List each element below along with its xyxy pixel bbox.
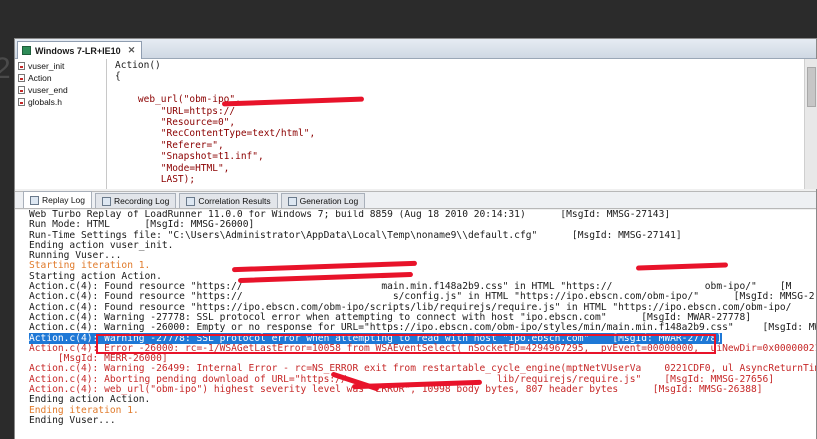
- file-icon: [18, 86, 25, 94]
- vm-window: Windows 7-LR+IE10 ✕ vuser_init Action vuse…: [14, 38, 817, 439]
- log-tab-label: Recording Log: [114, 196, 170, 206]
- code-line: LAST);: [115, 173, 196, 185]
- editor-scrollbar-thumb[interactable]: [807, 67, 816, 107]
- code-line: "Referer=",: [115, 139, 224, 151]
- log-line: Ending action vuser_init.: [29, 239, 174, 251]
- tree-item[interactable]: Action: [15, 72, 106, 84]
- code-line: web_url("obm-ipo",: [115, 94, 241, 106]
- code-line: "Snapshot=t1.inf",: [115, 151, 264, 163]
- file-icon: [18, 98, 25, 106]
- code-line: "URL=https://: [115, 105, 236, 117]
- script-editor[interactable]: Action(){ web_url("obm-ipo", "URL=https:…: [107, 59, 804, 189]
- replay-log[interactable]: Web Turbo Replay of LoadRunner 11.0.0 fo…: [15, 210, 816, 439]
- log-tab-label: Generation Log: [299, 196, 359, 206]
- log-tab-label: Correlation Results: [198, 196, 271, 206]
- code-line: "RecContentType=text/html",: [115, 128, 316, 140]
- tree-item-label: vuser_end: [28, 85, 68, 95]
- vm-tabstrip: Windows 7-LR+IE10 ✕: [15, 39, 816, 59]
- file-icon: [18, 62, 25, 70]
- vm-tab[interactable]: Windows 7-LR+IE10 ✕: [17, 41, 143, 59]
- log-line: Ending action Action.: [29, 394, 151, 406]
- editor-scrollbar[interactable]: [804, 59, 817, 189]
- vm-tab-title: Windows 7-LR+IE10: [35, 45, 121, 56]
- log-tab-icon: [102, 196, 112, 206]
- vm-icon: [22, 46, 31, 55]
- output-tabs: Replay Log Recording Log Correlation Resul…: [15, 191, 816, 209]
- code-line: "Resource=0",: [115, 116, 236, 128]
- tab-correlation-results[interactable]: Correlation Results: [179, 193, 278, 208]
- code-line: {: [115, 71, 121, 83]
- close-icon[interactable]: ✕: [128, 45, 136, 56]
- tree-item[interactable]: vuser_end: [15, 84, 106, 96]
- log-tab-label: Replay Log: [42, 195, 86, 205]
- tree-item-label: vuser_init: [28, 61, 65, 71]
- log-line: Ending Vuser...: [29, 414, 116, 426]
- tree-item[interactable]: vuser_init: [15, 60, 106, 72]
- file-icon: [18, 74, 25, 82]
- code-line: Action(): [115, 60, 161, 71]
- log-line: Ending iteration 1.: [29, 404, 139, 416]
- tree-item[interactable]: globals.h: [15, 96, 106, 108]
- tree-item-label: Action: [28, 73, 52, 83]
- tab-generation-log[interactable]: Generation Log: [280, 193, 366, 208]
- highlight-box: [96, 334, 716, 354]
- log-tab-icon: [186, 196, 196, 206]
- log-tab-icon: [30, 195, 39, 205]
- code-line: "Mode=HTML",: [115, 162, 230, 174]
- desktop-background-glyph: 2: [0, 52, 11, 85]
- tab-recording-log[interactable]: Recording Log: [95, 193, 177, 208]
- log-tab-icon: [287, 196, 297, 206]
- tab-replay-log[interactable]: Replay Log: [23, 191, 93, 208]
- script-tree: vuser_init Action vuser_end globals.h: [15, 59, 107, 189]
- tree-item-label: globals.h: [28, 97, 63, 107]
